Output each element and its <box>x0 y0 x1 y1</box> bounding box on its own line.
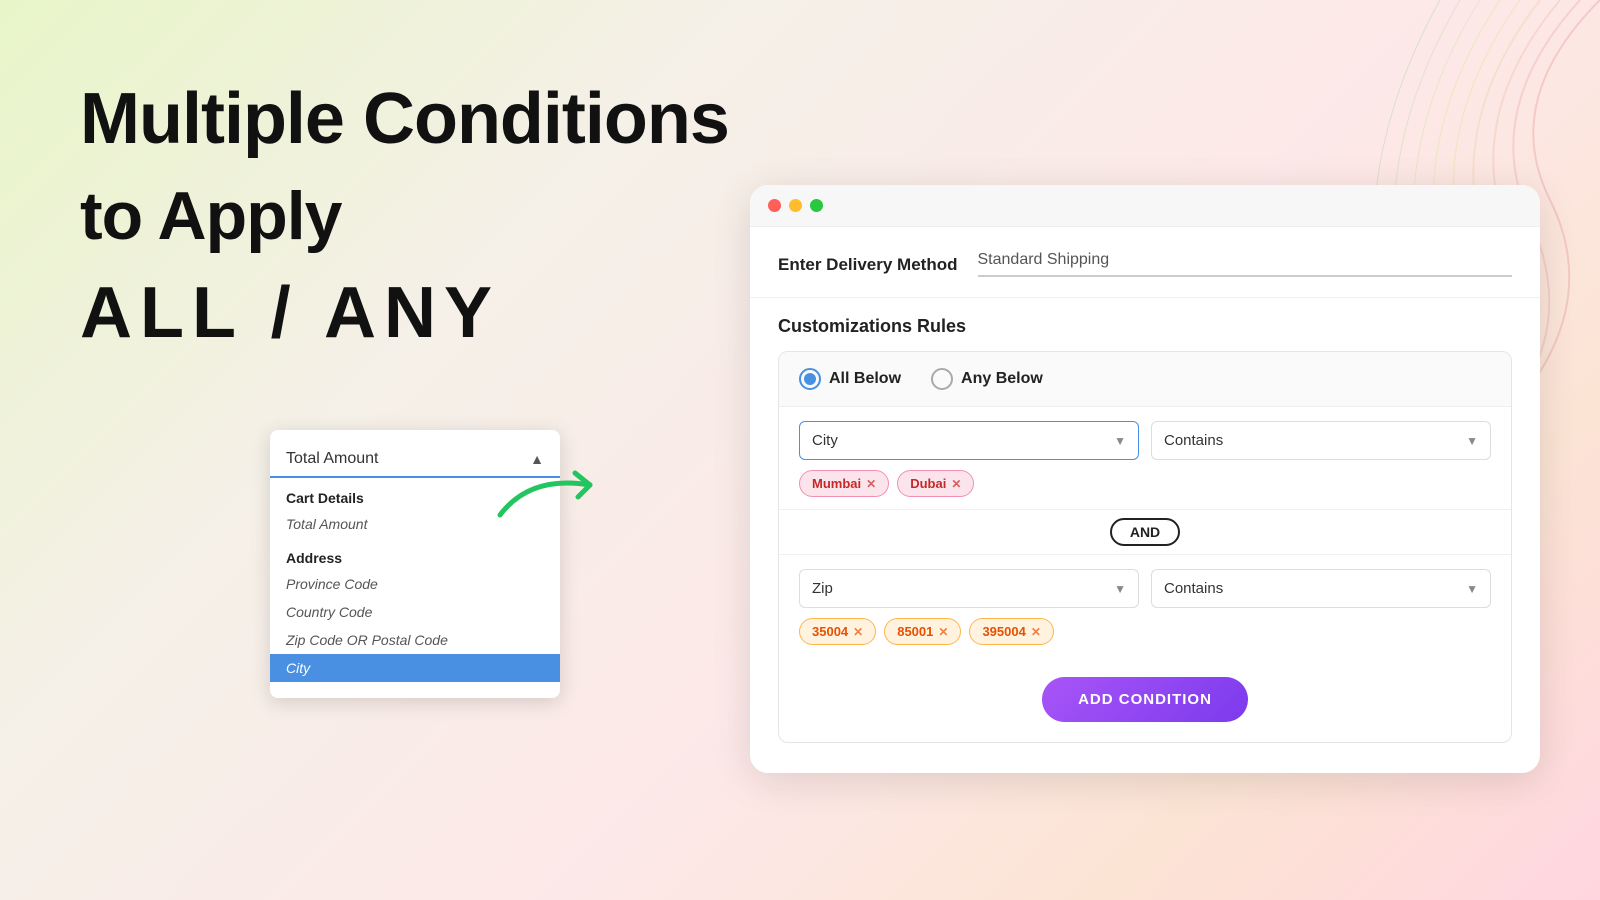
delivery-method-value[interactable]: Standard Shipping <box>978 251 1513 277</box>
condition-1-tags: Mumbai ✕ Dubai ✕ <box>799 470 1491 497</box>
rules-section: Customizations Rules All Below Any Below <box>750 298 1540 743</box>
rules-title: Customizations Rules <box>778 316 1512 337</box>
tag-395004-label: 395004 <box>982 624 1025 639</box>
rules-box: All Below Any Below City ▼ Contains ▼ <box>778 351 1512 743</box>
condition-2-inputs: Zip ▼ Contains ▼ <box>799 569 1491 608</box>
toggle-any-below-label: Any Below <box>961 370 1043 388</box>
radio-any-below[interactable] <box>931 368 953 390</box>
condition-1-field[interactable]: City ▼ <box>799 421 1139 460</box>
condition-1-field-arrow-icon: ▼ <box>1114 434 1126 448</box>
condition-2-field-arrow-icon: ▼ <box>1114 582 1126 596</box>
tag-35004-close-icon[interactable]: ✕ <box>853 625 863 639</box>
dropdown-item-country-code[interactable]: Country Code <box>270 598 560 626</box>
tag-dubai[interactable]: Dubai ✕ <box>897 470 974 497</box>
green-arrow-icon <box>490 445 610 525</box>
condition-1-inputs: City ▼ Contains ▼ <box>799 421 1491 460</box>
condition-row-1: City ▼ Contains ▼ Mumbai ✕ Dubai <box>779 407 1511 510</box>
toggle-row: All Below Any Below <box>779 352 1511 407</box>
dropdown-item-city[interactable]: City <box>270 654 560 682</box>
window-expand-dot[interactable] <box>810 199 823 212</box>
window-close-dot[interactable] <box>768 199 781 212</box>
dropdown-section-address: Address Province Code Country Code Zip C… <box>270 542 560 682</box>
dropdown-item-zip-code[interactable]: Zip Code OR Postal Code <box>270 626 560 654</box>
condition-2-operator[interactable]: Contains ▼ <box>1151 569 1491 608</box>
condition-1-operator[interactable]: Contains ▼ <box>1151 421 1491 460</box>
window-minimize-dot[interactable] <box>789 199 802 212</box>
condition-2-field-value: Zip <box>812 580 833 597</box>
left-content: Multiple Conditions to Apply ALL / ANY <box>80 80 729 353</box>
toggle-any-below[interactable]: Any Below <box>931 368 1043 390</box>
condition-2-tags: 35004 ✕ 85001 ✕ 395004 ✕ <box>799 618 1491 645</box>
title-line2: to Apply <box>80 179 729 254</box>
tag-35004[interactable]: 35004 ✕ <box>799 618 876 645</box>
tag-85001-close-icon[interactable]: ✕ <box>938 625 948 639</box>
toggle-all-below-label: All Below <box>829 370 901 388</box>
delivery-method-label: Enter Delivery Method <box>778 251 958 275</box>
condition-2-operator-value: Contains <box>1164 580 1223 597</box>
tag-85001-label: 85001 <box>897 624 933 639</box>
dropdown-trigger-value: Total Amount <box>286 450 379 468</box>
dropdown-item-province-code[interactable]: Province Code <box>270 570 560 598</box>
delivery-method-row: Enter Delivery Method Standard Shipping <box>750 227 1540 298</box>
radio-all-below-inner <box>804 373 816 385</box>
condition-2-operator-arrow-icon: ▼ <box>1466 582 1478 596</box>
window-chrome <box>750 185 1540 227</box>
tag-mumbai[interactable]: Mumbai ✕ <box>799 470 889 497</box>
title-line1: Multiple Conditions <box>80 80 729 159</box>
add-condition-row: ADD CONDITION <box>779 657 1511 742</box>
ui-panel: Enter Delivery Method Standard Shipping … <box>750 185 1540 773</box>
condition-1-field-value: City <box>812 432 838 449</box>
add-condition-button[interactable]: ADD CONDITION <box>1042 677 1248 722</box>
delivery-value-wrap: Standard Shipping <box>978 251 1513 277</box>
and-row: AND <box>779 510 1511 555</box>
tag-395004[interactable]: 395004 ✕ <box>969 618 1053 645</box>
title-line3: ALL / ANY <box>80 274 729 353</box>
dropdown-section-address-title: Address <box>270 542 560 570</box>
tag-395004-close-icon[interactable]: ✕ <box>1031 625 1041 639</box>
and-badge: AND <box>1110 518 1180 546</box>
tag-mumbai-close-icon[interactable]: ✕ <box>866 477 876 491</box>
tag-dubai-label: Dubai <box>910 476 946 491</box>
condition-1-operator-value: Contains <box>1164 432 1223 449</box>
radio-all-below[interactable] <box>799 368 821 390</box>
tag-dubai-close-icon[interactable]: ✕ <box>951 477 961 491</box>
toggle-all-below[interactable]: All Below <box>799 368 901 390</box>
condition-1-operator-arrow-icon: ▼ <box>1466 434 1478 448</box>
tag-mumbai-label: Mumbai <box>812 476 861 491</box>
tag-85001[interactable]: 85001 ✕ <box>884 618 961 645</box>
tag-35004-label: 35004 <box>812 624 848 639</box>
condition-2-field[interactable]: Zip ▼ <box>799 569 1139 608</box>
condition-row-2: Zip ▼ Contains ▼ 35004 ✕ 85001 ✕ <box>779 555 1511 657</box>
